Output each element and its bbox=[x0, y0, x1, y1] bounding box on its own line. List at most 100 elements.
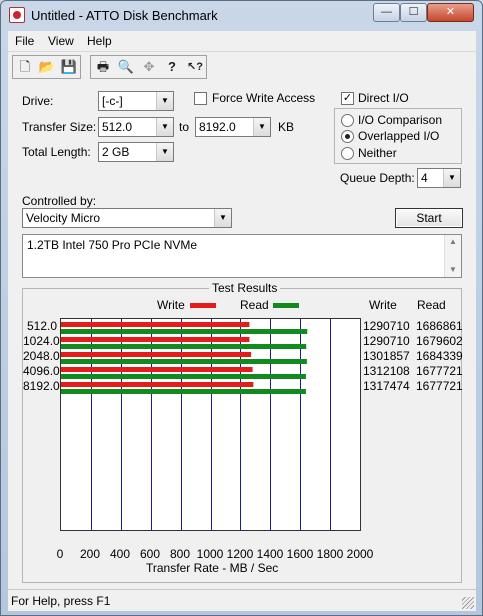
read-bar bbox=[61, 329, 308, 334]
menu-file[interactable]: File bbox=[15, 34, 34, 48]
toolbar-tools-group: 🖶 🔍 ✥ ? ↖? bbox=[90, 55, 207, 79]
toolbar: 🗋 📂 💾 🖶 🔍 ✥ ? ↖? bbox=[8, 51, 476, 81]
direct-io-label: Direct I/O bbox=[358, 91, 409, 105]
io-comparison-radio[interactable] bbox=[341, 114, 354, 127]
chevron-down-icon[interactable]: ▼ bbox=[156, 92, 173, 110]
transfer-size-to-value: 8192.0 bbox=[199, 120, 236, 134]
chevron-down-icon[interactable]: ▼ bbox=[156, 143, 173, 161]
open-folder-icon[interactable]: 📂 bbox=[36, 57, 58, 77]
drive-select[interactable]: [-c-] ▼ bbox=[98, 91, 174, 111]
row-label: 4096.0 bbox=[23, 364, 60, 378]
total-length-value: 2 GB bbox=[102, 145, 130, 159]
neither-label: Neither bbox=[358, 146, 397, 160]
queue-depth-select[interactable]: 4 ▼ bbox=[417, 168, 461, 188]
write-value: 1290710 bbox=[363, 319, 410, 333]
transfer-size-to-select[interactable]: 8192.0 ▼ bbox=[195, 117, 271, 137]
move-icon[interactable]: ✥ bbox=[138, 57, 160, 77]
print-icon[interactable]: 🖶 bbox=[92, 57, 114, 77]
write-value: 1317474 bbox=[363, 379, 410, 393]
controlled-by-label: Controlled by: bbox=[22, 194, 97, 208]
read-bar bbox=[61, 389, 306, 394]
app-window: Untitled - ATTO Disk Benchmark — ☐ ✕ Fil… bbox=[0, 0, 483, 616]
status-text: For Help, press F1 bbox=[11, 594, 111, 608]
write-bar bbox=[61, 352, 252, 357]
column-header-write: Write bbox=[369, 298, 397, 312]
scroll-up-icon[interactable]: ▲ bbox=[445, 235, 461, 249]
overlapped-io-label: Overlapped I/O bbox=[358, 129, 440, 143]
new-document-icon[interactable]: 🗋 bbox=[14, 57, 36, 77]
controlled-by-value: Velocity Micro bbox=[26, 211, 101, 225]
write-value: 1290710 bbox=[363, 334, 410, 348]
read-bar bbox=[61, 374, 306, 379]
read-bar bbox=[61, 359, 307, 364]
description-textarea[interactable]: 1.2TB Intel 750 Pro PCIe NVMe ▲ ▼ bbox=[22, 234, 462, 278]
read-value: 1677721 bbox=[416, 364, 463, 378]
neither-radio[interactable] bbox=[341, 147, 354, 160]
menu-view[interactable]: View bbox=[48, 34, 74, 48]
total-length-select[interactable]: 2 GB ▼ bbox=[98, 142, 174, 162]
maximize-button[interactable]: ☐ bbox=[400, 3, 427, 22]
write-value: 1312108 bbox=[363, 364, 410, 378]
write-bar bbox=[61, 322, 250, 327]
force-write-access-checkbox[interactable] bbox=[194, 92, 207, 105]
menu-bar: File View Help bbox=[8, 31, 476, 51]
chevron-down-icon[interactable]: ▼ bbox=[443, 169, 460, 187]
drive-value: [-c-] bbox=[102, 94, 123, 108]
print-preview-icon[interactable]: 🔍 bbox=[115, 57, 137, 77]
read-value: 1677721 bbox=[416, 379, 463, 393]
drive-label: Drive: bbox=[22, 94, 54, 108]
queue-depth-value: 4 bbox=[421, 171, 428, 185]
write-value: 1301857 bbox=[363, 349, 410, 363]
legend-write-swatch bbox=[190, 303, 216, 308]
window-title: Untitled - ATTO Disk Benchmark bbox=[31, 8, 218, 23]
minimize-button[interactable]: — bbox=[373, 3, 400, 22]
chevron-down-icon[interactable]: ▼ bbox=[214, 209, 231, 227]
resize-grip-icon[interactable] bbox=[462, 597, 474, 609]
queue-depth-label: Queue Depth: bbox=[340, 171, 415, 185]
io-comparison-label: I/O Comparison bbox=[358, 113, 443, 127]
save-icon[interactable]: 💾 bbox=[58, 57, 80, 77]
benchmark-panel: Drive: [-c-] ▼ Force Write Access ✓ Dire… bbox=[8, 81, 476, 589]
column-header-read: Read bbox=[417, 298, 446, 312]
chevron-down-icon[interactable]: ▼ bbox=[253, 118, 270, 136]
write-bar bbox=[61, 367, 253, 372]
read-value: 1679602 bbox=[416, 334, 463, 348]
transfer-size-label: Transfer Size: bbox=[22, 120, 97, 134]
kb-label: KB bbox=[278, 120, 295, 134]
total-length-label: Total Length: bbox=[22, 145, 91, 159]
description-scrollbar[interactable]: ▲ ▼ bbox=[444, 235, 461, 277]
row-label: 2048.0 bbox=[23, 349, 60, 363]
legend-write-label: Write bbox=[157, 298, 185, 312]
status-bar: For Help, press F1 bbox=[8, 589, 476, 611]
overlapped-io-radio[interactable] bbox=[341, 130, 354, 143]
legend-read-swatch bbox=[273, 303, 299, 308]
chevron-down-icon[interactable]: ▼ bbox=[156, 118, 173, 136]
transfer-size-from-value: 512.0 bbox=[102, 120, 133, 134]
context-help-icon[interactable]: ↖? bbox=[184, 57, 206, 77]
atto-app-icon[interactable] bbox=[9, 7, 25, 23]
x-axis-label: Transfer Rate - MB / Sec bbox=[146, 561, 279, 575]
x-tick-label: 2000 bbox=[346, 547, 374, 561]
description-text: 1.2TB Intel 750 Pro PCIe NVMe bbox=[27, 238, 198, 252]
start-button[interactable]: Start bbox=[395, 208, 463, 228]
legend-read-label: Read bbox=[240, 298, 269, 312]
controlled-by-select[interactable]: Velocity Micro ▼ bbox=[22, 208, 232, 228]
toolbar-file-group: 🗋 📂 💾 bbox=[12, 55, 81, 79]
title-bar[interactable]: Untitled - ATTO Disk Benchmark — ☐ ✕ bbox=[1, 1, 482, 31]
menu-help[interactable]: Help bbox=[87, 34, 112, 48]
direct-io-checkbox[interactable]: ✓ bbox=[341, 92, 354, 105]
write-bar bbox=[61, 337, 250, 342]
scroll-down-icon[interactable]: ▼ bbox=[445, 263, 461, 277]
read-value: 1684339 bbox=[416, 349, 463, 363]
write-bar bbox=[61, 382, 254, 387]
close-button[interactable]: ✕ bbox=[427, 3, 474, 22]
help-icon[interactable]: ? bbox=[161, 57, 183, 77]
transfer-rate-chart bbox=[60, 318, 361, 531]
row-label: 8192.0 bbox=[23, 379, 60, 393]
read-bar bbox=[61, 344, 307, 349]
read-value: 1686861 bbox=[416, 319, 463, 333]
test-results-title: Test Results bbox=[209, 281, 281, 295]
force-write-access-label: Force Write Access bbox=[212, 91, 316, 105]
transfer-size-from-select[interactable]: 512.0 ▼ bbox=[98, 117, 174, 137]
row-label: 512.0 bbox=[26, 319, 57, 333]
